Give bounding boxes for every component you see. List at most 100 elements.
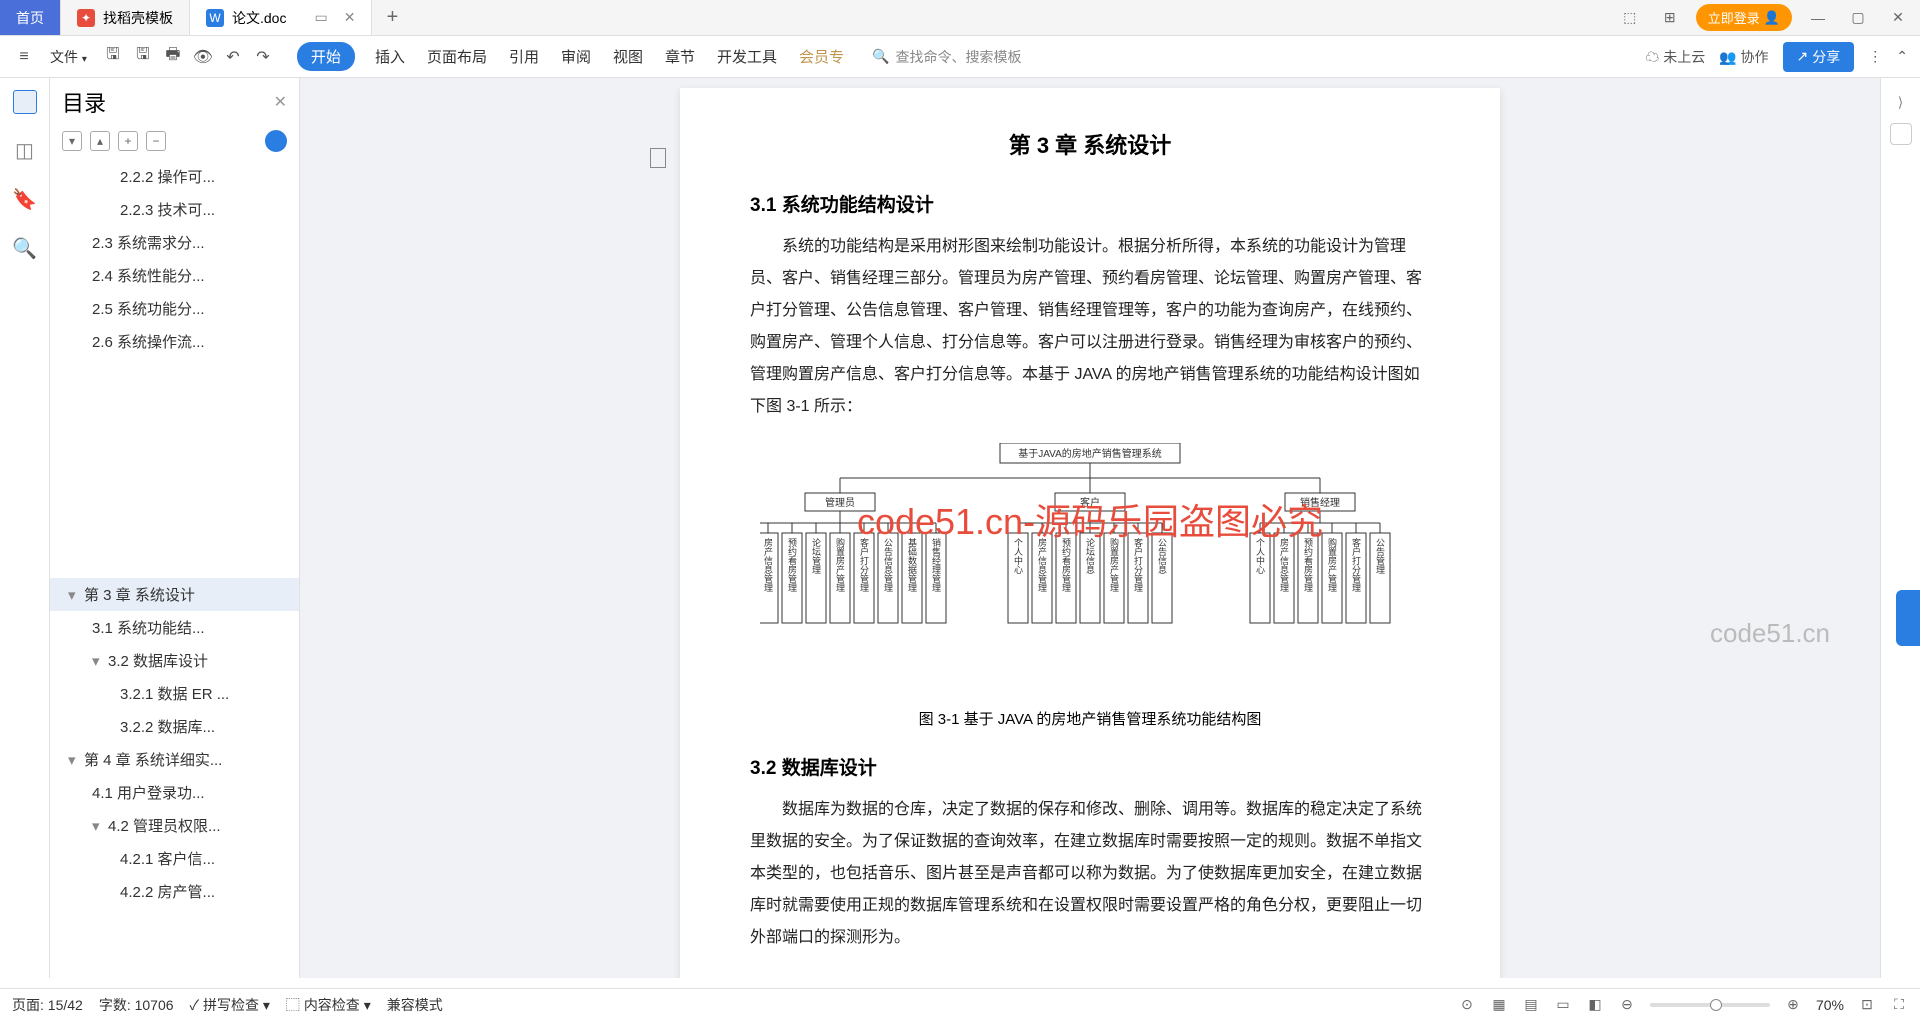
outline-item[interactable]: 2.2.2 操作可... [50, 160, 299, 193]
view-mode-icon[interactable]: ◧ [1586, 996, 1604, 1014]
svg-text:预约看房管理: 预约看房管理 [787, 538, 797, 592]
svg-text:论坛信息: 论坛信息 [1085, 537, 1095, 574]
cloud-status[interactable]: ☁ 未上云 [1645, 47, 1705, 67]
outline-icon[interactable] [13, 90, 37, 114]
print-icon[interactable]: 🖶 [161, 45, 185, 69]
tab-ref[interactable]: 引用 [507, 42, 541, 71]
svg-text:个人中心: 个人中心 [1013, 538, 1023, 574]
login-button[interactable]: 立即登录👤 [1696, 4, 1792, 31]
page-marker-icon [650, 148, 666, 168]
fullscreen-icon[interactable]: ⛶ [1890, 996, 1908, 1014]
compat-mode[interactable]: 兼容模式 [387, 995, 443, 1015]
search-panel-icon[interactable]: 🔍 [12, 236, 37, 261]
svg-text:管理员: 管理员 [825, 496, 855, 509]
svg-text:客户打分管理: 客户打分管理 [1133, 537, 1143, 592]
view-mode-icon[interactable]: ▤ [1522, 996, 1540, 1014]
collapse-ribbon-icon[interactable]: ⌃ [1896, 48, 1908, 65]
save-icon[interactable]: 🖫 [101, 45, 125, 69]
outline-item[interactable]: 4.1 用户登录功... [50, 776, 299, 809]
svg-text:基础数据管理: 基础数据管理 [907, 537, 917, 592]
sync-icon[interactable] [265, 130, 287, 152]
share-button[interactable]: ↗ 分享 [1783, 42, 1855, 72]
feedback-tab[interactable] [1896, 590, 1920, 646]
outline-item[interactable]: ▾3.2 数据库设计 [50, 644, 299, 677]
svg-text:销售经理管理: 销售经理管理 [931, 537, 941, 592]
minimize-button[interactable]: — [1804, 10, 1832, 26]
close-button[interactable]: ✕ [1884, 9, 1912, 26]
file-menu[interactable]: 文件 ▾ [42, 43, 95, 71]
maximize-button[interactable]: ▢ [1844, 9, 1872, 26]
svg-text:个人中心: 个人中心 [1255, 538, 1265, 574]
remove-heading-icon[interactable]: − [146, 131, 166, 151]
zoom-out-icon[interactable]: ⊖ [1618, 996, 1636, 1014]
grid-icon[interactable]: ⊞ [1656, 9, 1684, 26]
outline-item[interactable]: ▾4.2 管理员权限... [50, 809, 299, 842]
chapter-heading: 第 3 章 系统设计 [750, 128, 1430, 160]
tab-home[interactable]: 首页 [0, 0, 61, 35]
outline-item[interactable]: 2.5 系统功能分... [50, 292, 299, 325]
add-tab-button[interactable]: + [372, 0, 412, 35]
tab-review[interactable]: 审阅 [559, 42, 593, 71]
document-page: 第 3 章 系统设计 3.1 系统功能结构设计 系统的功能结构是采用树形图来绘制… [680, 88, 1500, 978]
spell-check[interactable]: ✓ 拼写检查 ▾ [190, 995, 270, 1015]
user-icon: 👤 [1764, 10, 1780, 26]
svg-text:客户打分管理: 客户打分管理 [1351, 537, 1361, 592]
save-as-icon[interactable]: 🖫 [131, 45, 155, 69]
expand-all-icon[interactable]: ▴ [90, 131, 110, 151]
outline-item[interactable]: 2.4 系统性能分... [50, 259, 299, 292]
content-check[interactable]: ⬚ 内容检查 ▾ [286, 995, 371, 1015]
outline-title: 目录 [62, 86, 106, 118]
structure-diagram: 基于JAVA的房地产销售管理系统管理员客户销售经理个人中心房产信息管理预约看房管… [750, 443, 1430, 688]
outline-item[interactable]: 2.2.3 技术可... [50, 193, 299, 226]
zoom-in-icon[interactable]: ⊕ [1784, 996, 1802, 1014]
paragraph: 数据库为数据的仓库，决定了数据的保存和修改、删除、调用等。数据库的稳定决定了系统… [750, 794, 1430, 954]
svg-text:公告管理: 公告管理 [1375, 538, 1385, 574]
outline-item[interactable]: 4.2.1 客户信... [50, 842, 299, 875]
redo-icon[interactable]: ↷ [251, 45, 275, 69]
svg-text:论坛管理: 论坛管理 [811, 537, 821, 574]
view-mode-icon[interactable]: ▭ [1554, 996, 1572, 1014]
fit-icon[interactable]: ⊡ [1858, 996, 1876, 1014]
collab-button[interactable]: 👥 协作 [1719, 47, 1768, 67]
preview-icon[interactable]: 👁 [191, 45, 215, 69]
close-panel-icon[interactable]: ✕ [274, 92, 287, 112]
menu-icon[interactable]: ≡ [12, 45, 36, 69]
nav-icon[interactable]: ◫ [15, 138, 34, 163]
tab-chapter[interactable]: 章节 [663, 42, 697, 71]
svg-text:房产信息管理: 房产信息管理 [763, 537, 773, 592]
outline-item[interactable]: 2.6 系统操作流... [50, 325, 299, 358]
tool-icon[interactable] [1890, 123, 1912, 145]
tab-start[interactable]: 开始 [297, 42, 355, 71]
close-icon[interactable]: ✕ [344, 9, 356, 26]
tab-template[interactable]: ✦找稻壳模板 [61, 0, 190, 35]
more-icon[interactable]: ⋮ [1868, 48, 1882, 65]
svg-text:销售经理: 销售经理 [1300, 496, 1340, 509]
add-heading-icon[interactable]: + [118, 131, 138, 151]
collapse-all-icon[interactable]: ▾ [62, 131, 82, 151]
bookmark-icon[interactable]: 🔖 [12, 187, 37, 212]
tab-dev[interactable]: 开发工具 [715, 42, 779, 71]
tab-member[interactable]: 会员专 [797, 42, 846, 71]
outline-item[interactable]: 3.2.2 数据库... [50, 710, 299, 743]
tab-window-icon[interactable]: ▭ [314, 9, 327, 26]
word-count[interactable]: 字数: 10706 [99, 995, 174, 1015]
zoom-slider[interactable] [1650, 1003, 1770, 1007]
panel-collapse-icon[interactable]: ⟩ [1898, 94, 1903, 111]
tab-view[interactable]: 视图 [611, 42, 645, 71]
outline-item[interactable]: ▾第 3 章 系统设计 [50, 578, 299, 611]
undo-icon[interactable]: ↶ [221, 45, 245, 69]
outline-item[interactable]: 2.3 系统需求分... [50, 226, 299, 259]
tab-document[interactable]: W论文.doc▭✕ [190, 0, 372, 35]
outline-item[interactable]: 4.2.2 房产管... [50, 875, 299, 908]
layout-icon[interactable]: ⬚ [1616, 9, 1644, 26]
zoom-level[interactable]: 70% [1816, 997, 1844, 1013]
page-indicator[interactable]: 页面: 15/42 [12, 995, 83, 1015]
outline-item[interactable]: 3.1 系统功能结... [50, 611, 299, 644]
outline-item[interactable]: 3.2.1 数据 ER ... [50, 677, 299, 710]
outline-item[interactable]: ▾第 4 章 系统详细实... [50, 743, 299, 776]
tab-insert[interactable]: 插入 [373, 42, 407, 71]
view-mode-icon[interactable]: ▦ [1490, 996, 1508, 1014]
search-input[interactable]: 🔍查找命令、搜索模板 [872, 47, 1021, 67]
tab-layout[interactable]: 页面布局 [425, 42, 489, 71]
view-mode-icon[interactable]: ⊙ [1458, 996, 1476, 1014]
